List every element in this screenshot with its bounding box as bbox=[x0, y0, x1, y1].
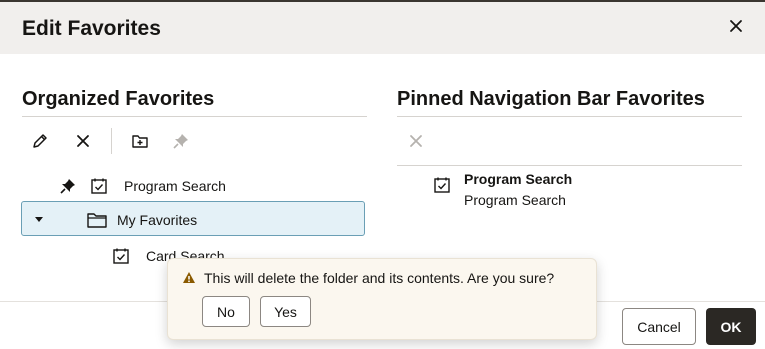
new-folder-button[interactable] bbox=[126, 127, 154, 155]
close-button[interactable] bbox=[722, 12, 750, 40]
warning-icon bbox=[182, 271, 196, 284]
cancel-button[interactable]: Cancel bbox=[622, 308, 696, 345]
ok-button[interactable]: OK bbox=[706, 308, 756, 345]
pin-button[interactable] bbox=[167, 127, 195, 155]
pencil-icon bbox=[31, 132, 49, 150]
folder-icon bbox=[86, 211, 108, 229]
calendar-check-icon bbox=[433, 176, 451, 194]
right-toolbar-rule bbox=[397, 165, 742, 166]
calendar-check-icon bbox=[90, 177, 108, 195]
pin-icon bbox=[172, 132, 190, 150]
delete-confirmation-popup: This will delete the folder and its cont… bbox=[167, 258, 597, 340]
delete-button[interactable] bbox=[69, 127, 97, 155]
right-title-rule bbox=[397, 116, 742, 117]
yes-button[interactable]: Yes bbox=[260, 296, 311, 327]
unpin-button[interactable] bbox=[402, 127, 430, 155]
pin-icon bbox=[58, 177, 78, 195]
tree-item-label: My Favorites bbox=[117, 212, 198, 228]
add-folder-icon bbox=[131, 132, 149, 150]
left-title-rule bbox=[22, 116, 367, 117]
pinned-item-program-search[interactable]: Program Search Program Search bbox=[433, 170, 572, 210]
pinned-item-text: Program Search Program Search bbox=[464, 170, 572, 211]
tree-item-label: Program Search bbox=[124, 178, 226, 194]
edit-button[interactable] bbox=[26, 127, 54, 155]
toolbar-separator bbox=[111, 128, 112, 154]
organized-favorites-title: Organized Favorites bbox=[22, 88, 215, 110]
close-icon bbox=[729, 19, 743, 33]
tree-item-program-search[interactable]: Program Search bbox=[58, 176, 226, 196]
confirmation-message: This will delete the folder and its cont… bbox=[204, 270, 555, 286]
pinned-favorites-title: Pinned Navigation Bar Favorites bbox=[397, 88, 705, 110]
no-button[interactable]: No bbox=[202, 296, 250, 327]
edit-favorites-dialog: Edit Favorites Organized Favorites Progr… bbox=[0, 0, 765, 349]
caret-down-icon[interactable] bbox=[32, 216, 46, 224]
close-icon bbox=[409, 134, 423, 148]
pinned-item-subtitle: Program Search bbox=[464, 192, 566, 208]
close-icon bbox=[76, 134, 90, 148]
dialog-title: Edit Favorites bbox=[22, 17, 161, 40]
tree-item-my-favorites-content: My Favorites bbox=[32, 210, 197, 230]
dialog-header: Edit Favorites bbox=[0, 2, 765, 54]
pinned-item-title: Program Search bbox=[464, 171, 573, 187]
calendar-check-icon bbox=[112, 247, 130, 265]
